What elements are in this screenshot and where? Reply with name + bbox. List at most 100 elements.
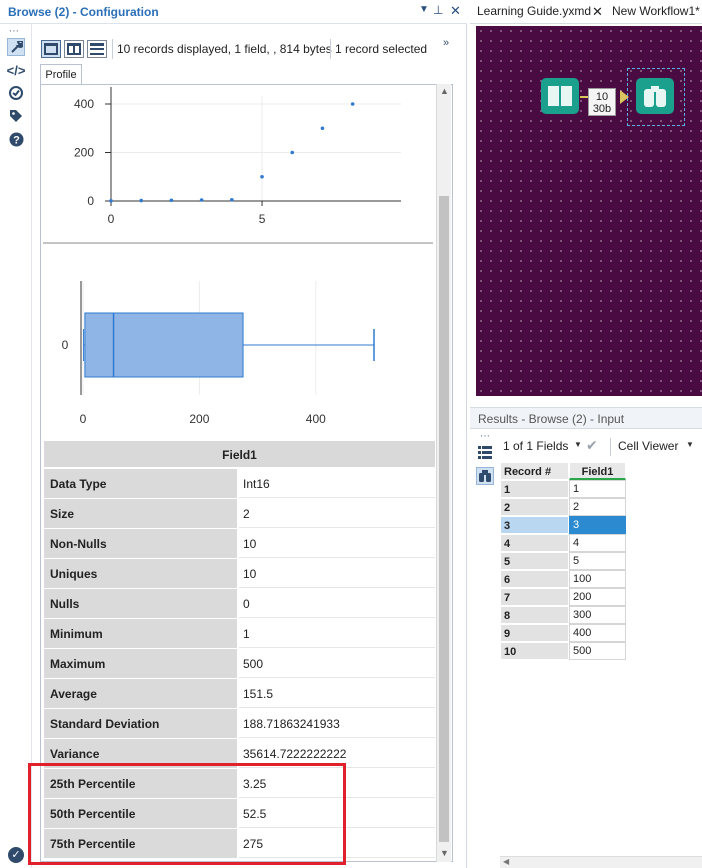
column-header-record[interactable]: Record #: [500, 462, 569, 480]
configuration-title-bar: Browse (2) - Configuration ▼ ⊥ ✕: [0, 0, 467, 24]
field1-cell[interactable]: 5: [569, 552, 626, 570]
field1-cell[interactable]: 200: [569, 588, 626, 606]
table-row[interactable]: 10 500: [500, 642, 626, 660]
results-title: Results - Browse (2) - Input: [478, 412, 625, 426]
field1-cell[interactable]: 1: [569, 480, 626, 498]
scatter-point: [260, 174, 264, 179]
record-number-cell[interactable]: 7: [500, 588, 569, 606]
field1-cell[interactable]: 2: [569, 498, 626, 516]
browse-toolbar: 10 records displayed, 1 field, , 814 byt…: [33, 36, 466, 62]
selected-status-text: 1 record selected: [335, 42, 428, 56]
scrollbar-thumb[interactable]: [439, 196, 449, 842]
record-number-cell[interactable]: 1: [500, 480, 569, 498]
list-icon[interactable]: [476, 443, 494, 461]
table-row[interactable]: 33: [500, 516, 626, 534]
profile-row-label: Standard Deviation: [44, 709, 239, 738]
profile-row-value[interactable]: 0: [239, 589, 435, 618]
target-icon[interactable]: [7, 84, 25, 102]
profile-row-value[interactable]: 188.71863241933: [239, 709, 435, 738]
profile-row-value[interactable]: 151.5: [239, 679, 435, 708]
field1-cell[interactable]: 400: [569, 624, 626, 642]
field1-cell[interactable]: 4: [569, 534, 626, 552]
record-number-cell[interactable]: 3: [500, 516, 569, 534]
box-x-tick-label: 200: [189, 412, 209, 426]
apply-check-icon[interactable]: ✔: [586, 437, 598, 454]
profile-row-value[interactable]: 10: [239, 559, 435, 588]
record-number-cell[interactable]: 4: [500, 534, 569, 552]
workflow-tabs: Learning Guide.yxmd ✕ New Workflow1*: [470, 0, 702, 24]
profile-content: 0 200 400 0 5 0 200 400 0 Field1 Data Type Int16…: [40, 84, 453, 862]
profile-charts: 0 200 400 0 5 0 200 400 0: [43, 87, 433, 426]
input-data-tool-icon[interactable]: [541, 78, 579, 114]
pin-icon[interactable]: ⊥: [433, 3, 443, 17]
scroll-left-icon[interactable]: ◀: [503, 857, 509, 866]
table-row[interactable]: 55: [500, 552, 626, 570]
table-row[interactable]: 22: [500, 498, 626, 516]
results-toolbar: 1 of 1 Fields ▼ ✔ Cell Viewer ▼: [500, 436, 702, 458]
scroll-up-icon[interactable]: ▲: [440, 86, 449, 96]
results-sidebar: ⋯: [470, 429, 500, 868]
scatter-y-tick-label: 0: [87, 194, 94, 208]
tab-profile[interactable]: Profile: [40, 64, 82, 85]
scatter-chart: 0 200 400 0 5: [74, 87, 401, 226]
scatter-x-tick-label: 5: [259, 212, 266, 226]
scatter-point: [109, 198, 113, 203]
field1-cell[interactable]: 300: [569, 606, 626, 624]
field1-cell[interactable]: 3: [569, 516, 626, 534]
table-row[interactable]: 8 300: [500, 606, 626, 624]
scatter-y-tick-label: 400: [74, 97, 94, 111]
svg-text:?: ?: [13, 134, 20, 146]
profile-row: Maximum 500: [44, 649, 435, 679]
dropdown-arrow-icon[interactable]: ▼: [419, 4, 429, 15]
record-number-cell[interactable]: 8: [500, 606, 569, 624]
results-grid: Record # Field1 1 1 2 2 3 3 4 4 5 5 6 100 7 200 8 300 9 4…: [500, 462, 626, 660]
cell-viewer-selector[interactable]: Cell Viewer: [618, 439, 678, 453]
configuration-title: Browse (2) - Configuration: [8, 5, 159, 19]
table-row[interactable]: 44: [500, 534, 626, 552]
profile-row-value[interactable]: 1: [239, 619, 435, 648]
record-number-cell[interactable]: 9: [500, 624, 569, 642]
close-icon[interactable]: ✕: [450, 3, 461, 19]
table-row[interactable]: 9 400: [500, 624, 626, 642]
profile-table-header: Field1: [44, 441, 435, 469]
layout-split-horizontal-icon[interactable]: [87, 40, 107, 58]
profile-row-value[interactable]: Int16: [239, 469, 435, 498]
results-horizontal-scrollbar[interactable]: ◀: [500, 856, 702, 868]
profile-row-value[interactable]: 2: [239, 499, 435, 528]
record-number-cell[interactable]: 6: [500, 570, 569, 588]
layout-single-icon[interactable]: [41, 40, 61, 58]
tab-learning-guide[interactable]: Learning Guide.yxmd: [477, 4, 591, 18]
browse-tool-binoculars-icon[interactable]: [636, 78, 674, 114]
toolbar-separator: [330, 39, 331, 59]
toolbar-separator: [610, 438, 611, 456]
record-number-cell[interactable]: 10: [500, 642, 569, 660]
vertical-scrollbar[interactable]: ▲ ▼: [436, 84, 451, 862]
table-row[interactable]: 11: [500, 480, 626, 498]
overflow-chevron-icon[interactable]: »: [443, 37, 449, 49]
profile-row-label: Maximum: [44, 649, 239, 678]
scatter-point: [320, 126, 325, 131]
scroll-down-icon[interactable]: ▼: [440, 848, 449, 858]
chevron-down-icon[interactable]: ▼: [686, 440, 694, 449]
record-number-cell[interactable]: 2: [500, 498, 569, 516]
chevron-down-icon[interactable]: ▼: [574, 440, 582, 449]
binoculars-icon[interactable]: [476, 467, 494, 485]
record-number-cell[interactable]: 5: [500, 552, 569, 570]
wrench-icon[interactable]: [7, 38, 25, 56]
table-row[interactable]: 6 100: [500, 570, 626, 588]
fields-selector[interactable]: 1 of 1 Fields: [503, 439, 568, 453]
profile-row-value[interactable]: 500: [239, 649, 435, 678]
field1-cell[interactable]: 100: [569, 570, 626, 588]
column-header-field1[interactable]: Field1: [569, 462, 626, 480]
profile-row-label: Minimum: [44, 619, 239, 648]
tab-new-workflow[interactable]: New Workflow1*: [612, 4, 700, 18]
table-row[interactable]: 7 200: [500, 588, 626, 606]
tag-icon[interactable]: [7, 107, 25, 125]
code-icon[interactable]: </>: [7, 61, 26, 79]
profile-row: Average 151.5: [44, 679, 435, 709]
layout-split-vertical-icon[interactable]: [64, 40, 84, 58]
profile-row-value[interactable]: 10: [239, 529, 435, 558]
close-tab-icon[interactable]: ✕: [592, 4, 603, 20]
field1-cell[interactable]: 500: [569, 642, 626, 660]
help-icon[interactable]: ?: [7, 130, 25, 148]
